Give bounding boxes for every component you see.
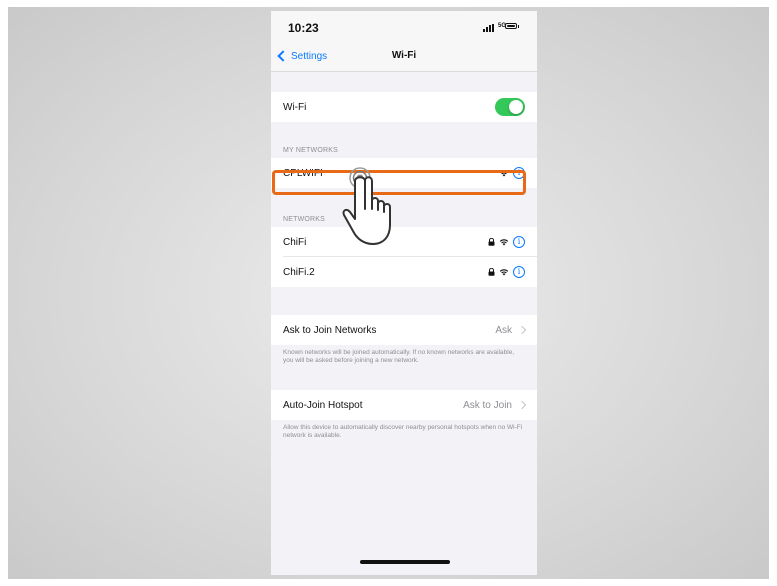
cellular-signal-icon	[483, 24, 497, 32]
wifi-signal-icon	[499, 239, 509, 246]
auto-join-hotspot-value: Ask to Join	[463, 390, 527, 420]
network-row-icons: i	[499, 158, 525, 188]
my-networks-header: MY NETWORKS	[283, 147, 338, 154]
auto-join-hotspot-value-text: Ask to Join	[463, 399, 512, 411]
wifi-toggle-switch[interactable]	[495, 98, 525, 116]
network-row-chifi-2[interactable]: ChiFi.2 i	[271, 257, 537, 287]
phone-screen: 10:23 5G Settings Wi-Fi Wi-Fi MY NETWORK…	[271, 11, 537, 575]
ask-to-join-section: Ask to Join Networks Ask	[271, 315, 537, 345]
auto-join-hotspot-description: Allow this device to automatically disco…	[283, 424, 523, 440]
ask-to-join-label: Ask to Join Networks	[283, 324, 377, 336]
network-name: CPLWIFI	[283, 167, 323, 179]
auto-join-hotspot-row[interactable]: Auto-Join Hotspot Ask to Join	[271, 390, 537, 420]
chevron-right-icon	[517, 325, 527, 335]
status-bar: 10:23 5G	[271, 11, 537, 41]
page-title: Wi-Fi	[391, 50, 417, 61]
ask-to-join-description: Known networks will be joined automatica…	[283, 349, 515, 365]
lock-icon	[488, 268, 495, 276]
status-time: 10:23	[288, 21, 319, 35]
wifi-toggle-row: Wi-Fi	[271, 92, 537, 122]
home-indicator	[360, 560, 450, 564]
battery-cap	[518, 25, 519, 28]
wifi-signal-icon	[499, 170, 509, 177]
info-icon[interactable]: i	[513, 266, 525, 278]
auto-join-hotspot-section: Auto-Join Hotspot Ask to Join	[271, 390, 537, 420]
ask-to-join-value-text: Ask	[495, 324, 512, 336]
wifi-signal-icon	[499, 269, 509, 276]
wifi-toggle-label: Wi-Fi	[283, 101, 307, 113]
network-row-icons: i	[488, 227, 525, 257]
network-row-cplwifi[interactable]: CPLWIFI i	[271, 158, 537, 188]
lock-icon	[488, 238, 495, 246]
ask-to-join-row[interactable]: Ask to Join Networks Ask	[271, 315, 537, 345]
networks-header: NETWORKS	[283, 216, 326, 223]
info-icon[interactable]: i	[513, 167, 525, 179]
networks-section: ChiFi i ChiFi.2 i	[271, 227, 537, 287]
network-row-chifi[interactable]: ChiFi i	[271, 227, 537, 257]
chevron-right-icon	[517, 400, 527, 410]
tutorial-stage: 10:23 5G Settings Wi-Fi Wi-Fi MY NETWORK…	[8, 7, 769, 579]
wifi-toggle-section: Wi-Fi	[271, 92, 537, 122]
info-icon[interactable]: i	[513, 236, 525, 248]
ask-to-join-value: Ask	[495, 315, 527, 345]
network-row-icons: i	[488, 257, 525, 287]
toggle-knob	[509, 100, 523, 114]
my-networks-section: CPLWIFI i	[271, 158, 537, 188]
battery-icon	[505, 23, 517, 29]
navigation-bar: Settings Wi-Fi	[271, 41, 537, 72]
